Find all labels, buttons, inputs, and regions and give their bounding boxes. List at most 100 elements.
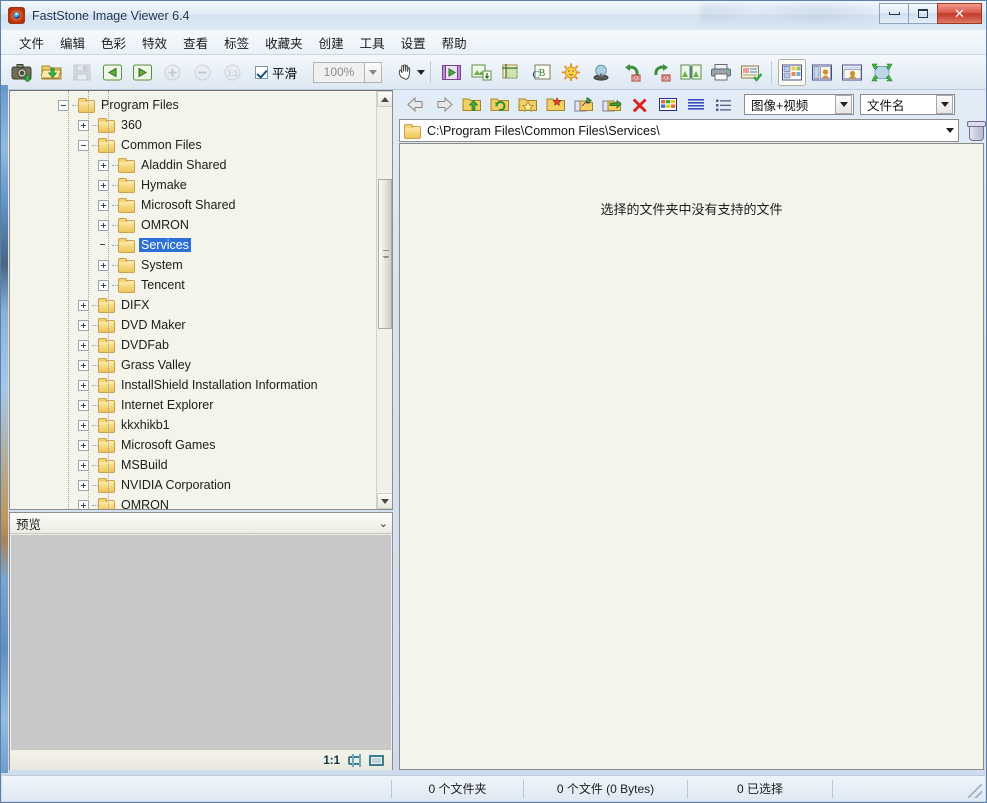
scroll-down-button[interactable]: [377, 493, 393, 509]
actual-size-preview-icon[interactable]: [369, 754, 384, 767]
file-list-area[interactable]: 选择的文件夹中没有支持的文件: [399, 143, 984, 770]
tree-item[interactable]: DIFX: [10, 295, 378, 315]
recycle-bin-icon[interactable]: [967, 121, 984, 140]
crop-icon[interactable]: [497, 59, 525, 86]
back-icon[interactable]: [403, 92, 429, 116]
menu-effects[interactable]: 特效: [134, 30, 175, 55]
new-folder-icon[interactable]: [543, 92, 569, 116]
tree-item[interactable]: Aladdin Shared: [10, 155, 378, 175]
red-eye-icon[interactable]: [587, 59, 615, 86]
print-icon[interactable]: [707, 59, 735, 86]
tree-item[interactable]: Grass Valley: [10, 355, 378, 375]
previous-image-icon[interactable]: [98, 59, 126, 86]
menu-help[interactable]: 帮助: [434, 30, 475, 55]
screen-capture-icon[interactable]: [8, 59, 36, 86]
menu-settings[interactable]: 设置: [393, 30, 434, 55]
menu-favorites[interactable]: 收藏夹: [257, 30, 311, 55]
resize-grip-icon[interactable]: [968, 784, 982, 798]
next-image-icon[interactable]: [128, 59, 156, 86]
view-details-icon[interactable]: [683, 92, 709, 116]
tree-item[interactable]: Microsoft Shared: [10, 195, 378, 215]
minimize-button[interactable]: [879, 3, 908, 24]
chevron-double-down-icon[interactable]: ⌄: [379, 517, 386, 530]
fullscreen-icon[interactable]: [868, 59, 896, 86]
title-bar-blur-artifact: [701, 4, 876, 22]
tree-item[interactable]: OMRON: [10, 495, 378, 510]
compare-icon[interactable]: [677, 59, 705, 86]
smooth-checkbox-group[interactable]: 平滑: [255, 63, 297, 82]
menu-color[interactable]: 色彩: [93, 30, 134, 55]
refresh-folder-icon[interactable]: [487, 92, 513, 116]
scrollbar-thumb[interactable]: [378, 179, 392, 329]
zoom-in-icon[interactable]: [158, 59, 186, 86]
email-icon[interactable]: [737, 59, 765, 86]
copy-to-folder-icon[interactable]: [571, 92, 597, 116]
tree-item[interactable]: 360: [10, 115, 378, 135]
tree-item[interactable]: kkxhikb1: [10, 415, 378, 435]
folder-tree[interactable]: Program Files 360Common FilesAladdin Shar…: [10, 91, 378, 509]
menu-tags[interactable]: 标签: [216, 30, 257, 55]
tree-item[interactable]: System: [10, 255, 378, 275]
favorite-folder-icon[interactable]: [515, 92, 541, 116]
tree-item-label: OMRON: [119, 498, 171, 510]
forward-icon[interactable]: [431, 92, 457, 116]
address-dropdown-arrow[interactable]: [946, 128, 954, 133]
tree-item[interactable]: Microsoft Games: [10, 435, 378, 455]
layout-filmstrip-icon[interactable]: [808, 59, 836, 86]
save-icon[interactable]: [68, 59, 96, 86]
tree-item-label: Program Files: [99, 98, 181, 112]
menu-file[interactable]: 文件: [11, 30, 52, 55]
preview-image-area[interactable]: [11, 535, 391, 750]
address-input[interactable]: C:\Program Files\Common Files\Services\: [399, 119, 959, 142]
zoom-out-icon[interactable]: [188, 59, 216, 86]
brightness-icon[interactable]: [557, 59, 585, 86]
close-icon: ✕: [954, 6, 965, 22]
filter-type-dropdown-arrow[interactable]: [835, 95, 852, 114]
menu-tools[interactable]: 工具: [352, 30, 393, 55]
layout-preview-icon[interactable]: [838, 59, 866, 86]
tree-item[interactable]: MSBuild: [10, 455, 378, 475]
resize-icon[interactable]: [467, 59, 495, 86]
maximize-button[interactable]: [908, 3, 937, 24]
close-button[interactable]: ✕: [937, 3, 982, 24]
color-adjust-icon[interactable]: B C: [527, 59, 555, 86]
menu-view[interactable]: 查看: [175, 30, 216, 55]
layout-thumbnails-icon[interactable]: [778, 59, 806, 86]
sort-by-combo[interactable]: 文件名: [860, 94, 955, 115]
tree-item-label: Services: [139, 238, 191, 252]
sort-by-value: 文件名: [861, 95, 936, 114]
delete-icon[interactable]: [627, 92, 653, 116]
tree-vertical-scrollbar[interactable]: [376, 91, 392, 509]
menu-edit[interactable]: 编辑: [52, 30, 93, 55]
scroll-up-button[interactable]: [377, 91, 393, 107]
zoom-dropdown-button[interactable]: [365, 62, 382, 83]
rotate-right-icon[interactable]: 90: [647, 59, 675, 86]
tree-item[interactable]: Program Files: [10, 95, 378, 115]
filter-type-combo[interactable]: 图像+视频: [744, 94, 854, 115]
smooth-checkbox[interactable]: [255, 66, 268, 79]
slideshow-icon[interactable]: [437, 59, 465, 86]
rotate-left-icon[interactable]: 90: [617, 59, 645, 86]
move-to-folder-icon[interactable]: [599, 92, 625, 116]
tree-item[interactable]: Internet Explorer: [10, 395, 378, 415]
tree-item[interactable]: Hymake: [10, 175, 378, 195]
open-folder-icon[interactable]: [38, 59, 66, 86]
actual-size-icon[interactable]: 1:1: [218, 59, 246, 86]
tree-item[interactable]: Services: [10, 235, 378, 255]
view-thumbnails-icon[interactable]: [655, 92, 681, 116]
view-list-icon[interactable]: [711, 92, 737, 116]
zoom-value-field[interactable]: 100%: [313, 62, 365, 83]
up-folder-icon[interactable]: [459, 92, 485, 116]
tree-item[interactable]: DVD Maker: [10, 315, 378, 335]
tree-item[interactable]: InstallShield Installation Information: [10, 375, 378, 395]
tree-item[interactable]: OMRON: [10, 215, 378, 235]
hand-tool-icon[interactable]: [392, 59, 420, 86]
tree-item[interactable]: Tencent: [10, 275, 378, 295]
tree-item[interactable]: Common Files: [10, 135, 378, 155]
sort-by-dropdown-arrow[interactable]: [936, 95, 953, 114]
tree-item[interactable]: DVDFab: [10, 335, 378, 355]
fit-to-window-icon[interactable]: [347, 754, 362, 767]
tree-item[interactable]: NVIDIA Corporation: [10, 475, 378, 495]
hand-tool-dropdown[interactable]: [417, 70, 425, 75]
menu-create[interactable]: 创建: [311, 30, 352, 55]
